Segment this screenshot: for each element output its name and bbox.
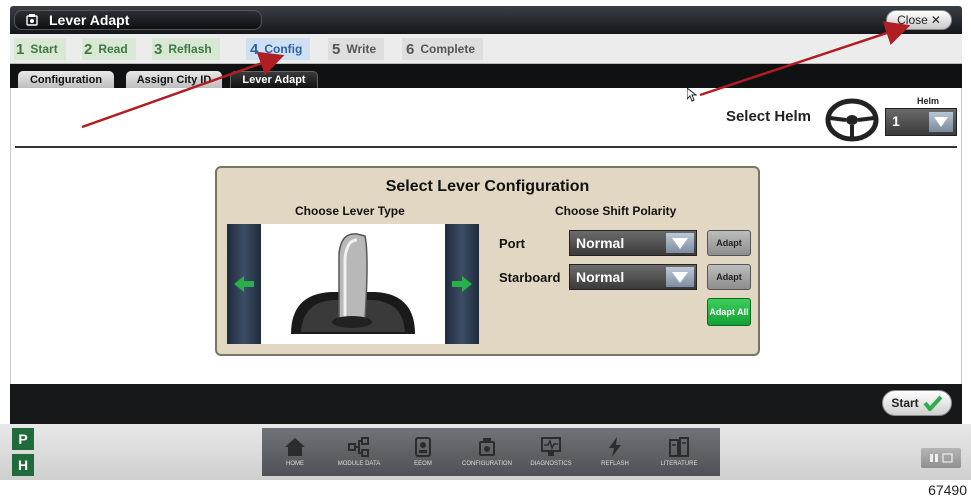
gear-indicator-h: H (12, 454, 34, 476)
footer-nav: P H HOME MODULE DATA EEOM CONFIGURATION … (0, 424, 971, 480)
next-lever-button[interactable] (445, 224, 479, 344)
eeom-icon (415, 437, 431, 457)
tab-strip: Configuration Assign City ID Lever Adapt (10, 64, 962, 88)
lever-config-title: Select Lever Configuration (385, 178, 590, 195)
diagnostics-icon (541, 437, 561, 456)
chevron-down-icon (666, 267, 694, 287)
start-label: Start (891, 396, 919, 410)
starboard-label: Starboard (499, 270, 561, 285)
helm-select[interactable]: 1 (885, 108, 957, 136)
start-button[interactable]: Start (882, 390, 952, 416)
gear-indicator-p: P (12, 428, 34, 450)
title-bar: Lever Adapt Close ✕ (10, 6, 962, 34)
nav-reflash[interactable]: REFLASH (586, 428, 644, 476)
starboard-polarity-value: Normal (576, 269, 625, 285)
close-button[interactable]: Close ✕ (886, 10, 952, 30)
choose-lever-type-label: Choose Lever Type (295, 204, 405, 218)
literature-icon (669, 437, 689, 457)
configuration-icon (479, 438, 495, 456)
tab-configuration[interactable]: Configuration (18, 71, 114, 88)
tab-assign-city-id[interactable]: Assign City ID (126, 71, 222, 88)
main-panel: Select Helm Helm 1 Select Lever Configur… (10, 88, 962, 384)
adapt-all-button[interactable]: Adapt All (707, 298, 751, 326)
step-read[interactable]: 2 Read (82, 38, 136, 60)
port-polarity-value: Normal (576, 235, 625, 251)
helm-value: 1 (892, 113, 900, 129)
nav-literature[interactable]: LITERATURE (650, 428, 708, 476)
checkmark-icon (923, 395, 943, 411)
nav-home[interactable]: HOME (266, 428, 324, 476)
nav-diagnostics[interactable]: DIAGNOSTICS (522, 428, 580, 476)
port-label: Port (499, 236, 525, 251)
screen-toggle-button[interactable] (921, 448, 961, 468)
tab-lever-adapt[interactable]: Lever Adapt (230, 71, 318, 88)
choose-shift-polarity-label: Choose Shift Polarity (555, 204, 677, 218)
arrow-left-icon (234, 276, 254, 292)
figure-number: 67490 (928, 482, 967, 498)
close-label: Close (897, 13, 928, 27)
helm-caption: Helm (916, 96, 939, 106)
nav-icon-bar: HOME MODULE DATA EEOM CONFIGURATION DIAG… (262, 428, 720, 476)
window-title: Lever Adapt (49, 12, 130, 28)
divider (15, 146, 957, 148)
home-icon (285, 438, 305, 456)
nav-configuration[interactable]: CONFIGURATION (458, 428, 516, 476)
lever-type-viewer (227, 224, 479, 344)
mouse-cursor-icon (687, 88, 697, 102)
step-reflash[interactable]: 3 Reflash (152, 38, 220, 60)
wizard-steps: 1 Start 2 Read 3 Reflash 4 Config 5 Write 6 Co… (10, 34, 962, 64)
action-bar: Start (10, 384, 962, 424)
split-screen-icon (930, 453, 953, 463)
starboard-polarity-select[interactable]: Normal (569, 264, 697, 290)
close-icon: ✕ (930, 13, 941, 27)
adapt-starboard-button[interactable]: Adapt (707, 264, 751, 290)
chevron-down-icon (666, 233, 694, 253)
window-title-pill: Lever Adapt (14, 10, 262, 30)
adapt-port-button[interactable]: Adapt (707, 230, 751, 256)
nav-module-data[interactable]: MODULE DATA (330, 428, 388, 476)
module-data-icon (348, 437, 369, 457)
app-icon (26, 14, 38, 26)
lever-image (261, 224, 445, 344)
reflash-icon (609, 437, 621, 457)
previous-lever-button[interactable] (227, 224, 261, 344)
step-start[interactable]: 1 Start (14, 38, 66, 60)
select-helm-label: Select Helm (725, 108, 811, 125)
nav-eeom[interactable]: EEOM (394, 428, 452, 476)
lever-configuration-box: Select Lever Configuration Choose Lever … (215, 166, 760, 356)
steering-wheel-icon (825, 98, 879, 142)
step-complete[interactable]: 6 Complete (402, 38, 484, 60)
step-write[interactable]: 5 Write (328, 38, 385, 60)
step-config[interactable]: 4 Config (246, 38, 311, 60)
chevron-down-icon (929, 112, 953, 132)
arrow-right-icon (452, 276, 472, 292)
port-polarity-select[interactable]: Normal (569, 230, 697, 256)
